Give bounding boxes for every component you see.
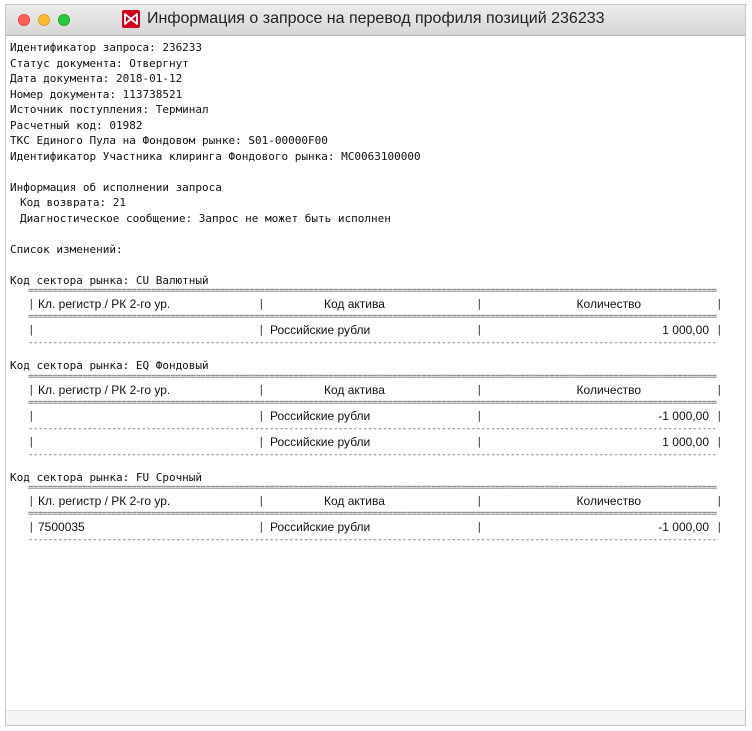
- sector-title: Код сектора рынка: EQ Фондовый: [10, 359, 209, 372]
- sectors-list: Код сектора рынка: CU Валютный ==========…: [10, 273, 731, 544]
- column-divider: |: [258, 323, 265, 336]
- asset-cell: Российские рубли: [270, 520, 371, 534]
- column-divider: |: [716, 323, 723, 336]
- column-header-quantity: Количество: [576, 382, 641, 397]
- column-divider: |: [716, 520, 723, 533]
- sector-block: Код сектора рынка: CU Валютный ==========…: [10, 273, 731, 347]
- info-line: Статус документа: Отвергнут: [10, 56, 189, 70]
- column-divider: |: [716, 408, 723, 422]
- positions-table: ========================================…: [28, 374, 723, 458]
- info-line: Идентификатор Участника клиринга Фондово…: [10, 149, 421, 163]
- column-header-quantity: Количество: [576, 297, 641, 311]
- changes-header: Список изменений:: [10, 242, 123, 256]
- column-divider: |: [476, 520, 483, 533]
- info-line: Расчетный код: 01982: [10, 118, 143, 132]
- positions-table: ========================================…: [28, 485, 723, 543]
- moex-logo-icon: [122, 10, 140, 28]
- return-code: Код возврата: 21: [20, 196, 126, 209]
- table-header-row: | Кл. регистр / РК 2-го ур. | Код актива | Ко…: [28, 380, 723, 400]
- table-header-row: | Кл. регистр / РК 2-го ур. | Код актива | Ко…: [28, 294, 723, 314]
- column-divider: |: [258, 494, 265, 507]
- column-divider: |: [28, 323, 35, 336]
- sector-title: Код сектора рынка: CU Валютный: [10, 273, 209, 287]
- table-header-row: | Кл. регистр / РК 2-го ур. | Код актива | Ко…: [28, 491, 723, 511]
- column-divider: |: [258, 434, 265, 448]
- column-header-register: Кл. регистр / РК 2-го ур.: [38, 382, 171, 397]
- execution-header: Информация об исполнении запроса: [10, 180, 222, 194]
- column-divider: |: [28, 408, 35, 422]
- window-title: Информация о запросе на перевод профиля …: [147, 10, 605, 27]
- column-divider: |: [716, 494, 723, 507]
- column-header-asset: Код актива: [324, 297, 385, 311]
- column-header-asset: Код актива: [324, 494, 385, 508]
- column-divider: |: [716, 297, 723, 310]
- column-divider: |: [258, 297, 265, 310]
- column-divider: |: [476, 323, 483, 336]
- positions-table: ========================================…: [28, 288, 723, 346]
- column-divider: |: [476, 434, 483, 448]
- sector-title: Код сектора рынка: FU Срочный: [10, 470, 203, 484]
- asset-cell: Российские рубли: [270, 323, 371, 337]
- quantity-cell: -1 000,00: [658, 408, 709, 423]
- column-header-register: Кл. регистр / РК 2-го ур.: [38, 297, 171, 311]
- column-divider: |: [258, 520, 265, 533]
- single-separator: ----------------------------------------…: [28, 451, 717, 458]
- sector-block: Код сектора рынка: FU Срочный ===========…: [10, 470, 731, 544]
- sector-block: Код сектора рынка: EQ Фондовый ==========…: [10, 358, 731, 458]
- info-line: Дата документа: 2018-01-12: [10, 72, 183, 85]
- column-divider: |: [476, 297, 483, 310]
- column-divider: |: [716, 382, 723, 396]
- info-line: Идентификатор запроса: 236233: [10, 41, 203, 54]
- column-divider: |: [476, 494, 483, 507]
- table-row[interactable]: | 7500035 | Российские рубли | -1 000,00 |: [28, 517, 723, 537]
- column-header-asset: Код актива: [324, 382, 385, 397]
- single-separator: ----------------------------------------…: [28, 340, 717, 346]
- document-content: Идентификатор запроса: 236233 Статус доку…: [10, 40, 731, 707]
- asset-cell: Российские рубли: [270, 434, 371, 449]
- column-divider: |: [258, 408, 265, 422]
- column-divider: |: [28, 434, 35, 448]
- info-line: Номер документа: 113738521: [10, 87, 183, 101]
- asset-cell: Российские рубли: [270, 408, 371, 423]
- column-divider: |: [716, 434, 723, 448]
- quantity-cell: 1 000,00: [662, 323, 709, 337]
- column-divider: |: [28, 494, 35, 507]
- single-separator: ----------------------------------------…: [28, 537, 717, 543]
- quantity-cell: 1 000,00: [662, 434, 709, 449]
- column-divider: |: [476, 382, 483, 396]
- table-row[interactable]: | | Российские рубли | 1 000,00 |: [28, 432, 723, 452]
- diagnostic-message: Диагностическое сообщение: Запрос не мож…: [20, 211, 391, 225]
- table-row[interactable]: | | Российские рубли | 1 000,00 |: [28, 320, 723, 340]
- column-divider: |: [28, 297, 35, 310]
- register-cell: 7500035: [38, 520, 85, 534]
- zoom-button[interactable]: [58, 14, 70, 26]
- title-group: Информация о запросе на перевод профиля …: [122, 10, 605, 28]
- quantity-cell: -1 000,00: [658, 520, 709, 534]
- title-bar[interactable]: Информация о запросе на перевод профиля …: [6, 5, 745, 36]
- column-divider: |: [476, 408, 483, 422]
- column-divider: |: [258, 382, 265, 396]
- window-controls: [18, 14, 70, 26]
- column-header-register: Кл. регистр / РК 2-го ур.: [38, 494, 171, 508]
- table-row[interactable]: | | Российские рубли | -1 000,00 |: [28, 406, 723, 426]
- column-divider: |: [28, 382, 35, 396]
- info-window: Информация о запросе на перевод профиля …: [5, 4, 746, 726]
- close-button[interactable]: [18, 14, 30, 26]
- bottom-bar: [6, 710, 745, 725]
- info-line: ТКС Единого Пула на Фондовом рынке: S01-…: [10, 134, 328, 147]
- info-line: Источник поступления: Терминал: [10, 103, 209, 116]
- request-info: Идентификатор запроса: 236233 Статус доку…: [10, 40, 731, 164]
- column-divider: |: [28, 520, 35, 533]
- minimize-button[interactable]: [38, 14, 50, 26]
- column-header-quantity: Количество: [576, 494, 641, 508]
